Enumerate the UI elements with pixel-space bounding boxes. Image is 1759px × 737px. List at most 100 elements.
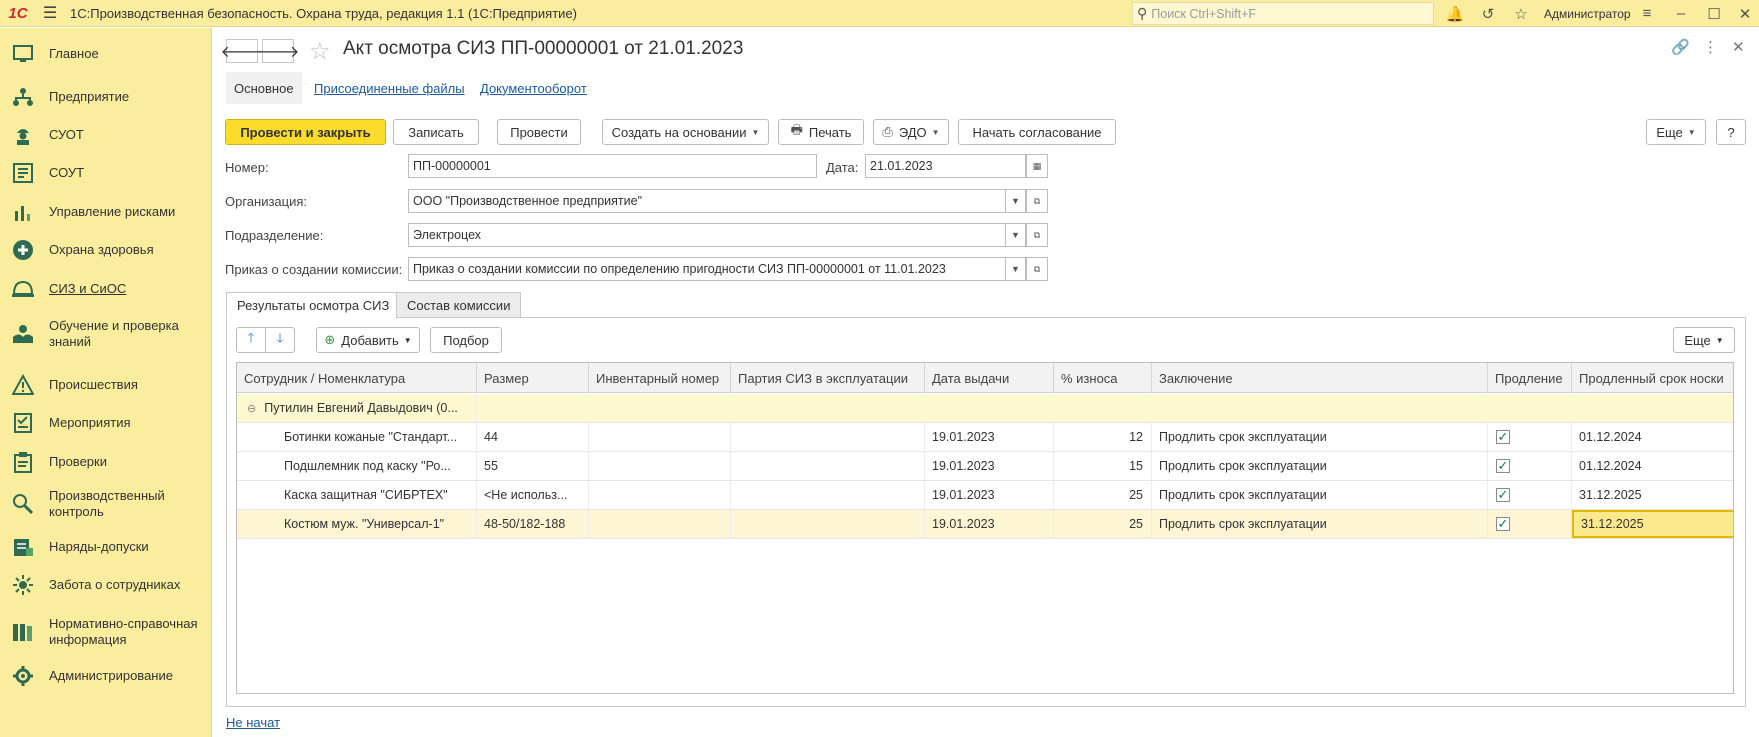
post-button[interactable]: Провести bbox=[497, 119, 581, 145]
sidebar-item-suot[interactable]: СУОТ bbox=[0, 117, 212, 153]
tab-inspection-results[interactable]: Результаты осмотра СИЗ bbox=[226, 292, 401, 318]
table-row[interactable]: Каска защитная "СИБРТЕХ" <Не использ... … bbox=[237, 481, 1733, 510]
sidebar-item-care[interactable]: Забота о сотрудниках bbox=[0, 567, 212, 603]
books-icon bbox=[10, 619, 36, 645]
organization-field[interactable]: ООО "Производственное предприятие" bbox=[408, 189, 1006, 213]
department-open-icon[interactable]: ⧉ bbox=[1026, 223, 1048, 247]
print-button[interactable]: 🖶 Печать bbox=[778, 119, 864, 145]
save-button[interactable]: Записать bbox=[393, 119, 479, 145]
post-and-close-button[interactable]: Провести и закрыть bbox=[225, 119, 386, 145]
favorites-star-icon[interactable]: ☆ bbox=[1507, 0, 1535, 27]
global-search-input[interactable]: ⚲ Поиск Ctrl+Shift+F bbox=[1132, 2, 1434, 25]
column-header[interactable]: Партия СИЗ в эксплуатации bbox=[731, 363, 925, 393]
extend-cell: ✓ bbox=[1488, 423, 1572, 451]
column-header[interactable]: Инвентарный номер bbox=[589, 363, 731, 393]
subtab-attached-files[interactable]: Присоединенные файлы bbox=[306, 72, 473, 104]
sidebar-item-enterprise[interactable]: Предприятие bbox=[0, 79, 212, 115]
organization-label: Организация: bbox=[225, 194, 308, 209]
create-based-on-button[interactable]: Создать на основании ▼ bbox=[602, 119, 769, 145]
sidebar-item-inspections[interactable]: Проверки bbox=[0, 444, 212, 480]
sidebar-item-prod-control[interactable]: Производственный контроль bbox=[0, 484, 212, 524]
link-icon[interactable]: 🔗 bbox=[1671, 38, 1690, 56]
sidebar-item-sout[interactable]: СОУТ bbox=[0, 155, 212, 191]
column-header[interactable]: Заключение bbox=[1152, 363, 1488, 393]
sidebar-item-main[interactable]: Главное bbox=[0, 36, 212, 72]
sidebar-item-permits[interactable]: Наряды-допуски bbox=[0, 529, 212, 565]
size-cell: 48-50/182-188 bbox=[477, 510, 589, 538]
minimize-icon[interactable]: – bbox=[1667, 0, 1695, 27]
column-header[interactable]: Продленный срок носки bbox=[1572, 363, 1733, 393]
department-dropdown-icon[interactable]: ▼ bbox=[1006, 223, 1026, 247]
group-cell: ⊖ Путилин Евгений Давыдович (0... bbox=[237, 394, 477, 422]
close-icon[interactable]: ✕ bbox=[1732, 38, 1745, 56]
page-title: Акт осмотра СИЗ ПП-00000001 от 21.01.202… bbox=[343, 38, 744, 59]
tab-commission[interactable]: Состав комиссии bbox=[396, 292, 522, 318]
extend-checkbox[interactable]: ✓ bbox=[1496, 429, 1510, 444]
move-up-button[interactable]: 🡑 bbox=[236, 327, 266, 353]
table-row[interactable]: Костюм муж. "Универсал-1" 48-50/182-188 … bbox=[237, 510, 1733, 539]
sidebar-item-training[interactable]: Обучение и проверка знаний bbox=[0, 314, 212, 354]
selection-button[interactable]: Подбор bbox=[430, 327, 502, 353]
settings-menu-icon[interactable]: ≡ bbox=[1633, 0, 1661, 27]
sidebar-item-measures[interactable]: Мероприятия bbox=[0, 405, 212, 441]
help-button[interactable]: ? bbox=[1716, 119, 1746, 145]
title-bar: 1С ☰ 1С:Производственная безопасность. О… bbox=[0, 0, 1759, 27]
notifications-icon[interactable]: 🔔 bbox=[1441, 0, 1469, 27]
app-logo: 1С bbox=[8, 4, 28, 22]
sidebar-item-label: Администрирование bbox=[49, 668, 173, 683]
commission-order-open-icon[interactable]: ⧉ bbox=[1026, 257, 1048, 281]
maximize-icon[interactable]: ☐ bbox=[1700, 0, 1728, 27]
sidebar-item-incidents[interactable]: Происшествия bbox=[0, 367, 212, 403]
collapse-icon[interactable]: ⊖ bbox=[247, 402, 256, 415]
item-cell: Ботинки кожаные "Стандарт... bbox=[237, 423, 477, 451]
table-group-row[interactable]: ⊖ Путилин Евгений Давыдович (0... bbox=[237, 394, 1733, 423]
department-field[interactable]: Электроцех bbox=[408, 223, 1006, 247]
column-header[interactable]: Дата выдачи bbox=[925, 363, 1054, 393]
sidebar-item-reference[interactable]: Нормативно-справочная информация bbox=[0, 612, 212, 652]
close-window-icon[interactable]: ✕ bbox=[1731, 0, 1759, 27]
sidebar-item-risks[interactable]: Управление рисками bbox=[0, 194, 212, 230]
table-row[interactable]: Ботинки кожаные "Стандарт... 44 19.01.20… bbox=[237, 423, 1733, 452]
history-icon[interactable]: ↺ bbox=[1474, 0, 1502, 27]
more-button[interactable]: Еще ▼ bbox=[1646, 119, 1706, 145]
batch-cell bbox=[731, 481, 925, 509]
sidebar-item-label: Главное bbox=[49, 46, 99, 61]
date-field[interactable]: 21.01.2023 bbox=[865, 154, 1026, 178]
forward-button[interactable]: 🡒 bbox=[257, 39, 299, 63]
extend-checkbox[interactable]: ✓ bbox=[1496, 458, 1510, 473]
sidebar-item-admin[interactable]: Администрирование bbox=[0, 658, 212, 694]
sidebar-item-label: Управление рисками bbox=[49, 204, 176, 219]
table-row[interactable]: Подшлемник под каску "Ро... 55 19.01.202… bbox=[237, 452, 1733, 481]
table-more-button[interactable]: Еще ▼ bbox=[1673, 327, 1735, 353]
column-header[interactable]: Продление bbox=[1488, 363, 1572, 393]
column-header[interactable]: Сотрудник / Номенклатура bbox=[237, 363, 477, 393]
sidebar-item-siz[interactable]: СИЗ и СиОС bbox=[0, 271, 212, 307]
extend-checkbox[interactable]: ✓ bbox=[1496, 487, 1510, 502]
add-row-button[interactable]: ⊕ Добавить ▼ bbox=[316, 327, 420, 353]
move-down-button[interactable]: 🡓 bbox=[265, 327, 295, 353]
number-field[interactable]: ПП-00000001 bbox=[408, 154, 817, 178]
organization-open-icon[interactable]: ⧉ bbox=[1026, 189, 1048, 213]
current-user[interactable]: Администратор bbox=[1544, 0, 1631, 27]
sidebar-item-health[interactable]: Охрана здоровья bbox=[0, 232, 212, 268]
conclusion-cell: Продлить срок эксплуатации bbox=[1152, 510, 1488, 538]
approval-status-link[interactable]: Не начат bbox=[226, 715, 280, 730]
more-vertical-icon[interactable]: ⋮ bbox=[1703, 38, 1718, 56]
column-header[interactable]: % износа bbox=[1054, 363, 1152, 393]
organization-dropdown-icon[interactable]: ▼ bbox=[1006, 189, 1026, 213]
search-placeholder: Поиск Ctrl+Shift+F bbox=[1151, 6, 1257, 21]
back-button[interactable]: 🡐 bbox=[221, 39, 263, 63]
subtab-main[interactable]: Основное bbox=[226, 72, 302, 104]
extended-until-cell[interactable]: 31.12.2025 bbox=[1572, 510, 1733, 538]
more-label: Еще bbox=[1656, 124, 1683, 140]
commission-order-dropdown-icon[interactable]: ▼ bbox=[1006, 257, 1026, 281]
start-approval-button[interactable]: Начать согласование bbox=[958, 119, 1116, 145]
subtab-document-flow[interactable]: Документооборот bbox=[472, 72, 595, 104]
edo-button[interactable]: ⎙ ЭДО ▼ bbox=[873, 119, 949, 145]
extend-checkbox[interactable]: ✓ bbox=[1496, 516, 1510, 531]
column-header[interactable]: Размер bbox=[477, 363, 589, 393]
commission-order-field[interactable]: Приказ о создании комиссии по определени… bbox=[408, 257, 1006, 281]
main-menu-icon[interactable]: ☰ bbox=[36, 0, 64, 27]
favorite-star-icon[interactable]: ☆ bbox=[309, 37, 331, 66]
calendar-icon[interactable]: ▦ bbox=[1026, 154, 1048, 178]
